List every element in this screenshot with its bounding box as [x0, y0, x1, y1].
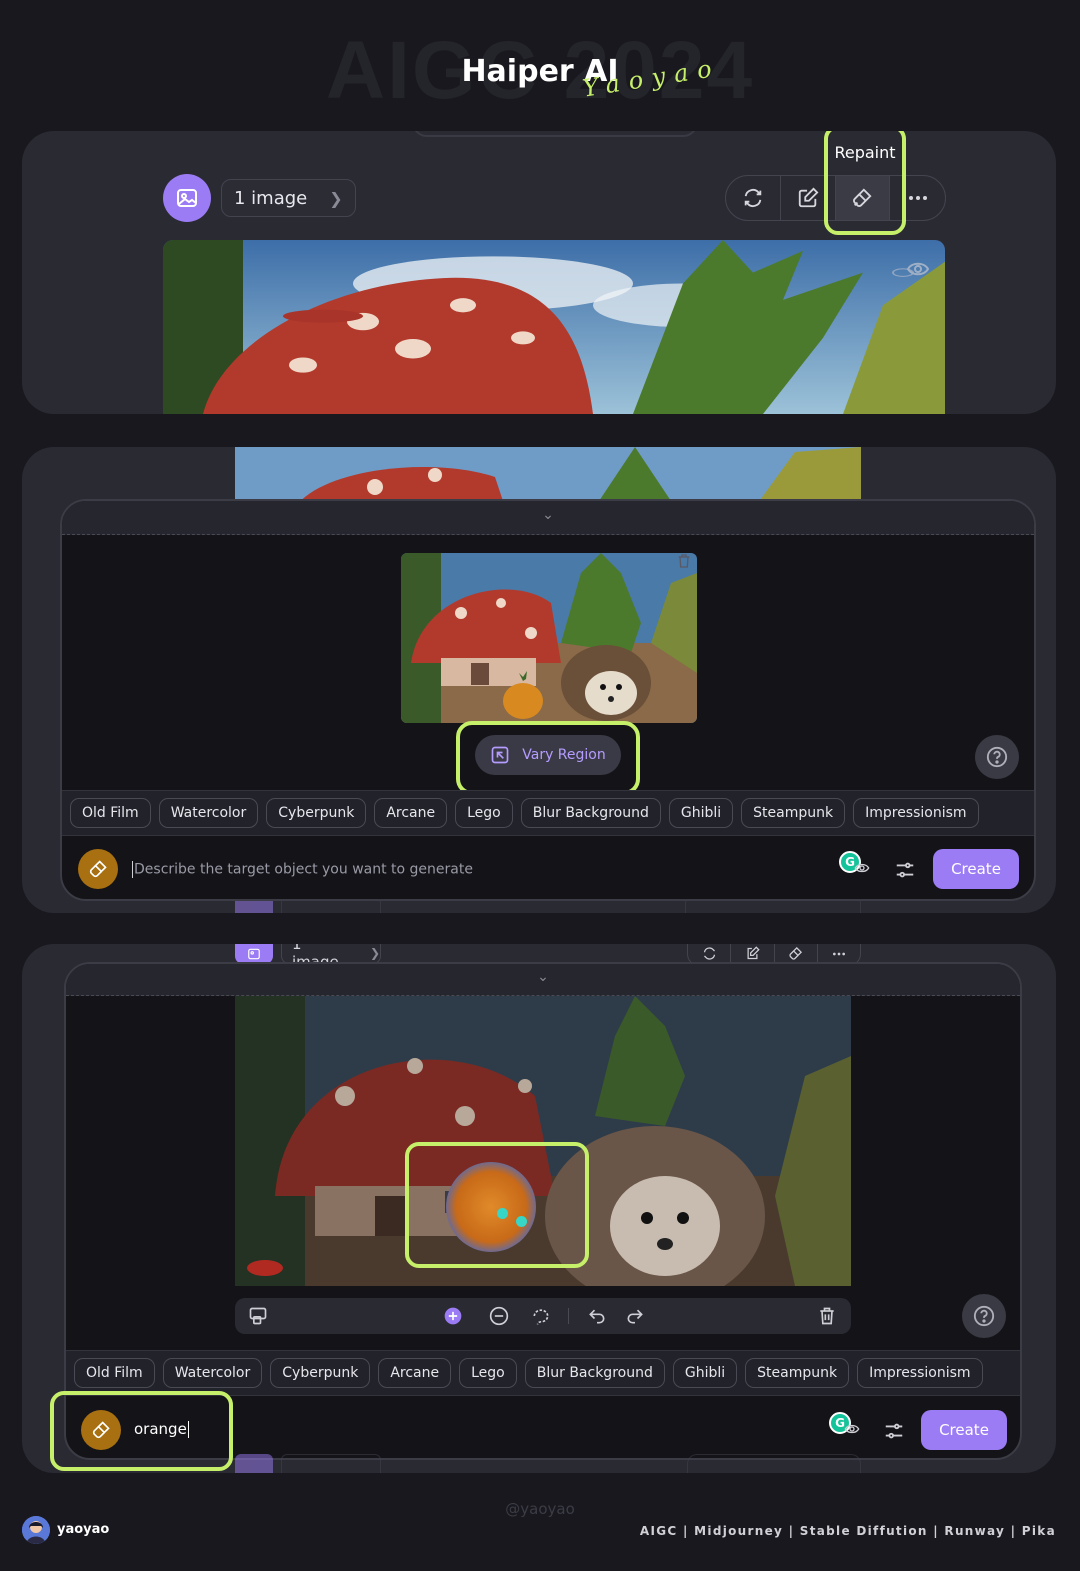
more-icon: [832, 952, 845, 955]
refresh-icon: [703, 947, 715, 960]
brush-icon: [89, 860, 107, 878]
undo-icon: [589, 1309, 605, 1324]
zoom-in-button[interactable]: [442, 1305, 464, 1327]
lasso-icon: [533, 1309, 549, 1325]
generated-image[interactable]: [163, 240, 945, 414]
style-chip[interactable]: Impressionism: [853, 798, 979, 828]
background-toolbar-echo: [235, 1452, 863, 1473]
image-icon: [248, 948, 260, 960]
repaint-mode-badge[interactable]: [78, 849, 118, 889]
help-button[interactable]: [962, 1294, 1006, 1338]
more-icon: [908, 196, 927, 200]
style-chip[interactable]: Old Film: [70, 798, 151, 828]
preview-eye-icon[interactable]: [844, 1422, 860, 1436]
lasso-button[interactable]: [530, 1305, 552, 1327]
zoom-out-icon: [489, 1306, 509, 1326]
style-chips-bar: Old Film Watercolor Cyberpunk Arcane Leg…: [62, 790, 1034, 836]
region-handle[interactable]: [516, 1216, 527, 1227]
question-icon: [973, 1305, 995, 1327]
footer-tags: AIGC | Midjourney | Stable Diffution | R…: [639, 1524, 1056, 1538]
style-chip[interactable]: Steampunk: [745, 1358, 850, 1388]
panel-vary-region: ⌄ Vary Region Old Film Watercolor Cyberp…: [22, 447, 1056, 913]
style-chip[interactable]: Arcane: [378, 1358, 452, 1388]
image-badge-small[interactable]: [235, 944, 273, 964]
source-image-thumbnail[interactable]: [401, 553, 697, 723]
visibility-icon[interactable]: [906, 259, 930, 279]
edit-icon: [747, 946, 760, 960]
style-chip[interactable]: Blur Background: [524, 1358, 665, 1388]
region-editor: ⌄ Old Film Watercolor Cyberpunk Arcane L…: [64, 962, 1022, 1460]
redo-icon: [627, 1309, 643, 1324]
avatar: [22, 1516, 50, 1544]
region-select-button[interactable]: [247, 1305, 269, 1327]
brush-icon: [789, 946, 803, 960]
redo-button[interactable]: [624, 1305, 646, 1327]
chevron-right-icon: ❯: [329, 188, 343, 208]
style-chip[interactable]: Cyberpunk: [266, 798, 367, 828]
prompt-input[interactable]: Describe the target object you want to g…: [132, 861, 473, 878]
undo-button[interactable]: [586, 1305, 608, 1327]
preview-eye-icon[interactable]: [854, 861, 870, 875]
question-icon: [986, 746, 1008, 768]
region-arrow-icon: [491, 746, 509, 764]
style-chip[interactable]: Watercolor: [162, 1358, 263, 1388]
edit-icon: [798, 187, 819, 208]
watermark: @yaoyao: [505, 1500, 575, 1518]
style-chip[interactable]: Arcane: [374, 798, 448, 828]
delete-button[interactable]: [816, 1305, 838, 1327]
chevron-down-icon[interactable]: ⌄: [533, 969, 553, 985]
regenerate-button[interactable]: [726, 176, 781, 220]
style-chip[interactable]: Ghibli: [668, 798, 734, 828]
username: yaoyao: [57, 1522, 110, 1537]
page-title: Haiper AI: [461, 54, 619, 89]
prompt-highlight-box: [50, 1391, 233, 1471]
create-button[interactable]: Create: [933, 849, 1019, 889]
style-chip[interactable]: Lego: [459, 1358, 517, 1388]
style-chip[interactable]: Blur Background: [520, 798, 661, 828]
settings-sliders-icon[interactable]: [883, 1420, 905, 1442]
style-chip[interactable]: Cyberpunk: [270, 1358, 371, 1388]
panel-notch: [412, 131, 698, 137]
zoom-in-icon: [444, 1307, 462, 1325]
trash-icon[interactable]: [676, 553, 692, 569]
create-button[interactable]: Create: [921, 1410, 1007, 1450]
repaint-tooltip: Repaint: [834, 143, 896, 162]
help-button[interactable]: [975, 735, 1019, 779]
region-select-icon: [249, 1307, 267, 1325]
style-chip[interactable]: Lego: [455, 798, 513, 828]
image-count-selector-small[interactable]: 1 image ❯: [281, 944, 381, 971]
chevron-down-icon[interactable]: ⌄: [538, 507, 558, 523]
vary-region-editor: ⌄ Vary Region Old Film Watercolor Cyberp…: [60, 499, 1036, 901]
toolbar-divider: [568, 1308, 569, 1324]
region-handle[interactable]: [497, 1208, 508, 1219]
trash-icon: [820, 1307, 834, 1325]
masked-region[interactable]: [446, 1162, 536, 1252]
zoom-out-button[interactable]: [488, 1305, 510, 1327]
style-chip[interactable]: Old Film: [74, 1358, 155, 1388]
chevron-right-icon: ❯: [369, 945, 380, 960]
vary-region-button[interactable]: Vary Region: [475, 735, 621, 775]
background-image-preview: [235, 447, 861, 507]
prompt-placeholder: Describe the target object you want to g…: [134, 861, 473, 878]
style-chip[interactable]: Steampunk: [741, 798, 846, 828]
settings-sliders-icon[interactable]: [894, 859, 916, 881]
style-chip[interactable]: Impressionism: [857, 1358, 983, 1388]
style-chip[interactable]: Ghibli: [672, 1358, 738, 1388]
vary-region-label: Vary Region: [522, 747, 606, 763]
prompt-row: Describe the target object you want to g…: [62, 837, 1034, 899]
image-count-label: 1 image: [234, 187, 308, 209]
style-chips-bar: Old Film Watercolor Cyberpunk Arcane Leg…: [66, 1350, 1020, 1396]
image-icon: [177, 189, 197, 207]
image-badge[interactable]: [163, 174, 211, 222]
image-count-selector[interactable]: 1 image ❯: [221, 179, 356, 217]
panel-image-toolbar: 1 image ❯ Repaint: [22, 131, 1056, 414]
style-chip[interactable]: Watercolor: [158, 798, 259, 828]
refresh-icon: [744, 189, 762, 207]
edit-tools-bar: [235, 1298, 851, 1334]
